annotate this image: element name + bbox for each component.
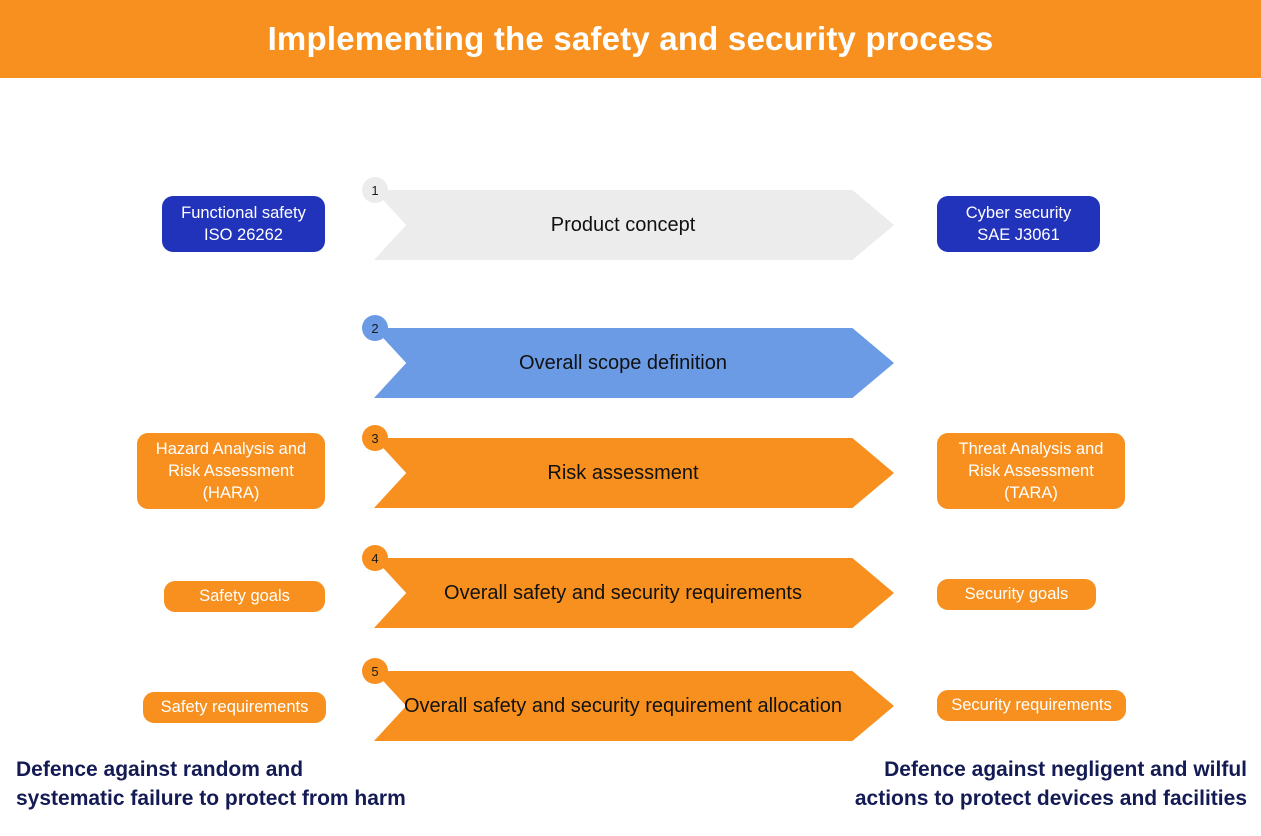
step-number-badge-5: 5 <box>362 658 388 684</box>
process-row-1: Functional safety ISO 26262 Product conc… <box>0 130 1261 260</box>
footer-captions: Defence against random and systematic fa… <box>0 744 1261 836</box>
step-number-badge-2: 2 <box>362 315 388 341</box>
process-step-5[interactable]: Overall safety and security requirement … <box>362 658 894 741</box>
step-number-badge-4: 4 <box>362 545 388 571</box>
page-title: Implementing the safety and security pro… <box>267 20 994 57</box>
step-number-badge-1: 1 <box>362 177 388 203</box>
side-box-left-safety-requirements: Safety requirements <box>143 692 326 723</box>
step-number-badge-3: 3 <box>362 425 388 451</box>
footer-caption-right: Defence against negligent and wilful act… <box>854 758 1247 810</box>
process-row-2: Overall scope definition 2 <box>0 240 1261 398</box>
chevron-shape-5 <box>374 671 894 741</box>
footer-caption-left: Defence against random and systematic fa… <box>16 758 406 810</box>
side-box-right-security-requirements: Security requirements <box>937 690 1126 721</box>
process-row-3: Hazard Analysis and Risk Assessment (HAR… <box>0 350 1261 509</box>
process-row-5: Safety requirements Overall safety and s… <box>0 583 1261 741</box>
process-row-4: Safety goals Overall safety and security… <box>0 470 1261 628</box>
title-banner: Implementing the safety and security pro… <box>0 0 1261 78</box>
process-diagram: Functional safety ISO 26262 Product conc… <box>0 78 1261 744</box>
